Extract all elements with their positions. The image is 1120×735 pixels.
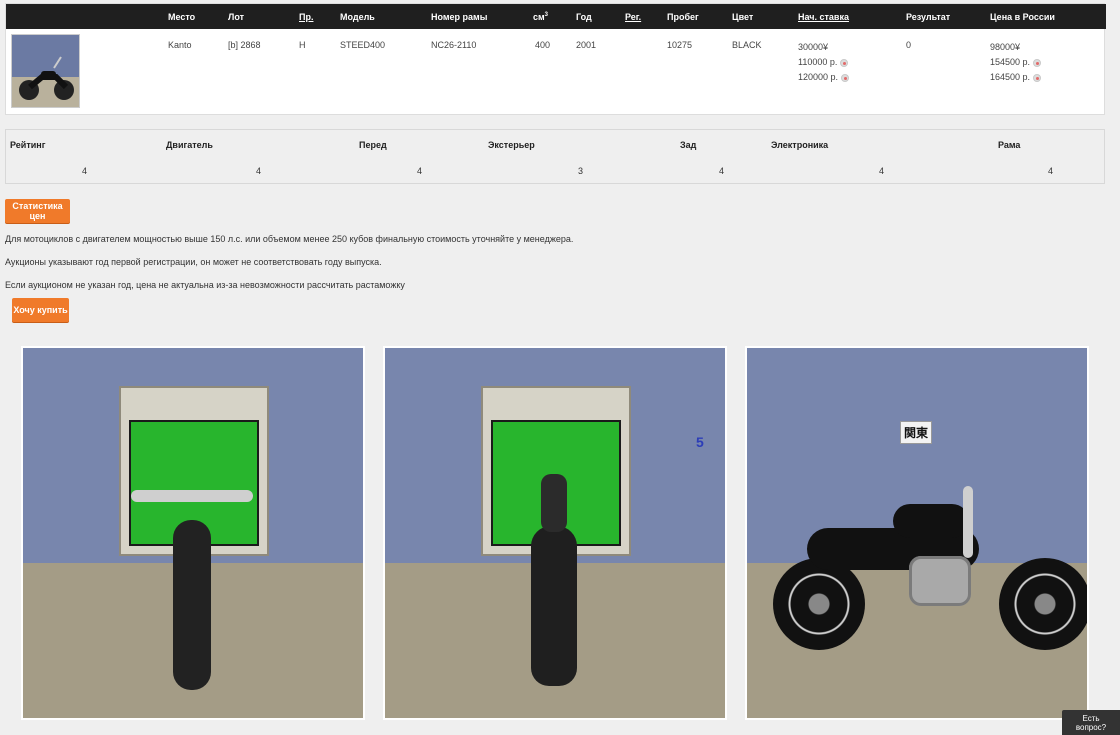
header-result: Результат [906, 12, 951, 22]
lot-photo-side[interactable]: 関東 [745, 346, 1089, 720]
start-bid-rub-1-line: 110000 р. [798, 55, 849, 70]
row-model: STEED400 [340, 40, 386, 50]
info-icon[interactable] [840, 58, 849, 67]
rating-value-frame: 4 [1048, 166, 1054, 176]
motorcycle-front-icon [131, 490, 253, 690]
rating-header-electronics: Электроника [771, 140, 829, 150]
photo-region-sign: 関東 [900, 421, 933, 444]
price-rub-1: 154500 р. [990, 57, 1031, 67]
header-reg[interactable]: Рег. [625, 12, 641, 22]
start-bid-yen: 30000¥ [798, 42, 829, 52]
rating-value-electronics: 4 [879, 166, 885, 176]
rating-value-rear: 4 [719, 166, 725, 176]
rating-value-overall: 4 [82, 166, 88, 176]
motorcycle-thumbnail-icon [12, 35, 79, 107]
engine-block [909, 556, 971, 606]
price-rub-2-line: 164500 р. [990, 70, 1042, 85]
want-buy-button[interactable]: Хочу купить [12, 298, 69, 322]
header-start-bid[interactable]: Нач. ставка [798, 12, 849, 22]
row-place: Kanto [168, 40, 192, 50]
header-cc: см3 [533, 12, 548, 22]
row-lot: [b] 2868 [228, 40, 261, 50]
photo-number: 5 [696, 434, 704, 450]
lot-photo-rear[interactable]: 5 [383, 346, 727, 720]
start-bid-rub-2-line: 120000 р. [798, 70, 850, 85]
front-wheel [999, 558, 1087, 650]
rating-header-frame: Рама [998, 140, 1021, 150]
rating-header-overall: Рейтинг [10, 140, 46, 150]
price-stats-button[interactable]: Статистика цен [5, 199, 70, 223]
row-cc: 400 [535, 40, 551, 50]
row-frame-number: NC26-2110 [431, 40, 477, 50]
start-bid-rub-2: 120000 р. [798, 72, 839, 82]
lot-thumbnail[interactable] [11, 34, 80, 108]
rating-value-front: 4 [417, 166, 423, 176]
front-fork [963, 486, 973, 558]
rating-value-engine: 4 [256, 166, 262, 176]
info-icon[interactable] [1033, 58, 1042, 67]
header-mileage: Пробег [667, 12, 699, 22]
fuel-tank [893, 504, 969, 538]
rating-header-front: Перед [359, 140, 387, 150]
lot-table: Место Лот Пр. Модель Номер рамы см3 Год … [5, 3, 1106, 115]
start-bid-rub-1: 110000 р. [798, 57, 838, 67]
motorcycle-rear-icon [531, 474, 577, 686]
chat-question-button[interactable]: Есть вопрос? [1062, 710, 1120, 735]
header-pr[interactable]: Пр. [299, 12, 313, 22]
lot-table-header: Место Лот Пр. Модель Номер рамы см3 Год … [6, 4, 1106, 29]
price-yen: 98000¥ [990, 42, 1021, 52]
header-cc-text: см [533, 12, 545, 22]
header-lot: Лот [228, 12, 244, 22]
row-year: 2001 [576, 40, 597, 50]
header-place: Место [168, 12, 196, 22]
rating-header-exterior: Экстерьер [488, 140, 535, 150]
header-frame-number: Номер рамы [431, 12, 488, 22]
info-icon[interactable] [841, 73, 850, 82]
header-price-russia: Цена в России [990, 12, 1055, 22]
rating-value-exterior: 3 [578, 166, 584, 176]
header-year: Год [576, 12, 592, 22]
rating-header-rear: Зад [680, 140, 697, 150]
row-start-bid: 30000¥ 110000 р. 120000 р. [798, 40, 850, 85]
rating-header-engine: Двигатель [166, 140, 213, 150]
lot-photo-front[interactable] [21, 346, 365, 720]
row-result: 0 [906, 40, 912, 50]
condition-ratings: Рейтинг Двигатель Перед Экстерьер Зад Эл… [5, 129, 1105, 184]
header-model: Модель [340, 12, 375, 22]
header-color: Цвет [732, 12, 754, 22]
price-rub-2: 164500 р. [990, 72, 1031, 82]
motorcycle-side-icon [765, 480, 1087, 660]
row-pr: H [299, 40, 306, 50]
note-power-volume: Для мотоциклов с двигателем мощностью вы… [5, 234, 574, 244]
row-price-russia: 98000¥ 154500 р. 164500 р. [990, 40, 1042, 85]
info-icon[interactable] [1033, 73, 1042, 82]
price-rub-1-line: 154500 р. [990, 55, 1042, 70]
rear-wheel [773, 558, 865, 650]
note-registration-year: Аукционы указывают год первой регистраци… [5, 257, 382, 267]
header-cc-sup: 3 [544, 12, 549, 18]
row-mileage: 10275 [667, 40, 693, 50]
note-customs: Если аукционом не указан год, цена не ак… [5, 280, 405, 290]
row-color: BLACK [732, 40, 762, 50]
